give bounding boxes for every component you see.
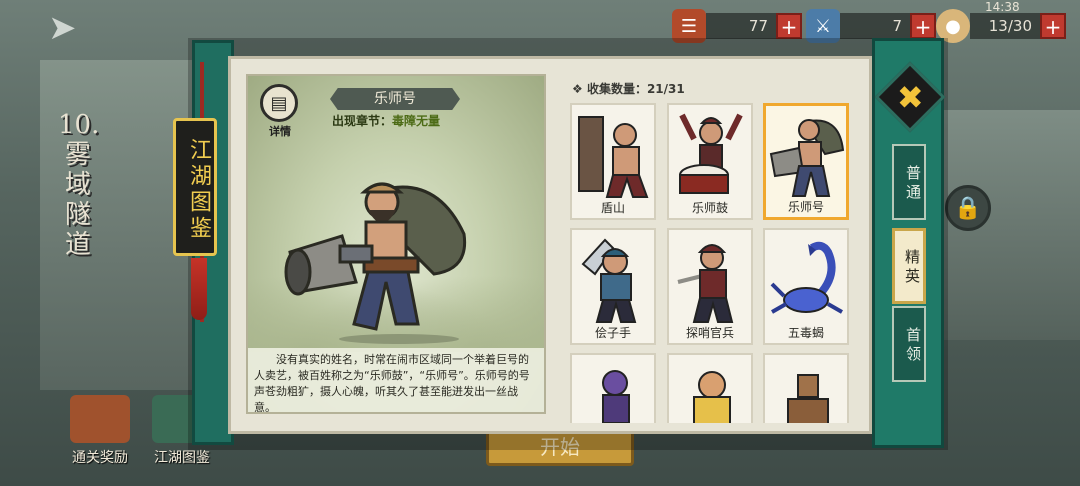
lock-icon: 🔒 [945, 185, 991, 231]
horn-musician-thumb [769, 119, 845, 197]
clear-reward-button[interactable]: 通关奖励 [62, 395, 138, 467]
enemy-card-scout[interactable]: 探哨官兵 [667, 228, 753, 345]
appear-chapter: 出现章节：毒障无量 [332, 112, 482, 129]
enemy-description: 没有真实的姓名，时常在闹市区域同一个举着巨号的人卖艺，被百姓称之为“乐师鼓”，“… [248, 348, 544, 412]
close-icon: ✖ [896, 78, 924, 116]
codex-label: 江湖图鉴 [154, 450, 210, 466]
collection-count-value: 21/31 [646, 82, 685, 96]
collection-grid: 盾山 乐师鼓 乐师号 侩子手 探哨官兵 五毒蝎 [570, 103, 852, 423]
scorpion-thumb [770, 241, 843, 314]
enemy-card-name: 乐师鼓 [691, 201, 728, 215]
resource-bun: ● 13/30 + [936, 9, 1066, 43]
brute-thumb [693, 371, 731, 423]
clear-reward-label: 通关奖励 [72, 450, 128, 466]
enemy-card-ninja[interactable] [570, 353, 656, 423]
appear-chapter-value: 毒障无量 [392, 114, 441, 128]
back-arrow-icon[interactable]: ➤ [48, 8, 77, 48]
enemy-card-name: 探哨官兵 [685, 326, 734, 340]
enemy-card-name: 五毒蝎 [787, 326, 824, 340]
tassel [191, 258, 207, 320]
add-sword-button[interactable]: + [910, 13, 936, 39]
enemy-card-brute[interactable] [667, 353, 753, 423]
chapter-title: 10.雾域隧道 [58, 110, 100, 260]
executioner-thumb [581, 238, 637, 323]
codex-title-tag: 江湖图鉴 [173, 118, 217, 256]
enemy-card-name: 乐师号 [787, 200, 824, 214]
game-screen: 10.雾域隧道 🔒 ➤ 开始 通关奖励 江湖图鉴 14:38 ☰ 77 + ⚔ … [0, 0, 1080, 486]
collection-count: ❖ 收集数量：21/31 [572, 80, 685, 97]
tab-boss[interactable]: 首领 [892, 306, 926, 382]
document-icon: ▤ [260, 84, 298, 122]
tab-normal[interactable]: 普通 [892, 144, 926, 220]
enemy-card-name: 侩子手 [594, 326, 631, 340]
drum-musician-thumb [679, 113, 743, 194]
enemy-card-golem[interactable] [763, 353, 849, 423]
horn-musician-portrait [284, 182, 467, 344]
resource-scroll-value: 77 [706, 13, 776, 39]
treasure-chest-icon [70, 395, 130, 443]
resource-bun-value: 13/30 [970, 13, 1040, 39]
resource-sword-value: 7 [840, 13, 910, 39]
detail-button[interactable]: ▤ 详情 [260, 84, 300, 139]
enemy-detail-card: ▤ 详情 乐师号 出现章节：毒障无量 没有真实的姓名，时常在闹市区域同一个举着巨… [246, 74, 546, 414]
shield-warrior-thumb [578, 116, 649, 198]
enemy-card-shield[interactable]: 盾山 [570, 103, 656, 220]
wooden-golem-thumb [787, 374, 829, 423]
enemy-card-executioner[interactable]: 侩子手 [570, 228, 656, 345]
appear-chapter-prefix: 出现章节： [332, 114, 393, 128]
add-scroll-button[interactable]: + [776, 13, 802, 39]
collection-count-prefix: 收集数量： [586, 82, 647, 96]
diamond-icon: ❖ [572, 82, 587, 96]
detail-button-label: 详情 [269, 125, 291, 138]
tab-elite[interactable]: 精英 [892, 228, 926, 304]
enemy-name: 乐师号 [330, 88, 460, 110]
enemy-card-horn[interactable]: 乐师号 [763, 103, 849, 220]
add-bun-button[interactable]: + [1040, 13, 1066, 39]
enemy-card-scorpion[interactable]: 五毒蝎 [763, 228, 849, 345]
enemy-card-name: 盾山 [600, 201, 625, 215]
scout-soldier-thumb [677, 244, 734, 323]
enemy-card-drum[interactable]: 乐师鼓 [667, 103, 753, 220]
ninja-thumb [602, 370, 630, 423]
